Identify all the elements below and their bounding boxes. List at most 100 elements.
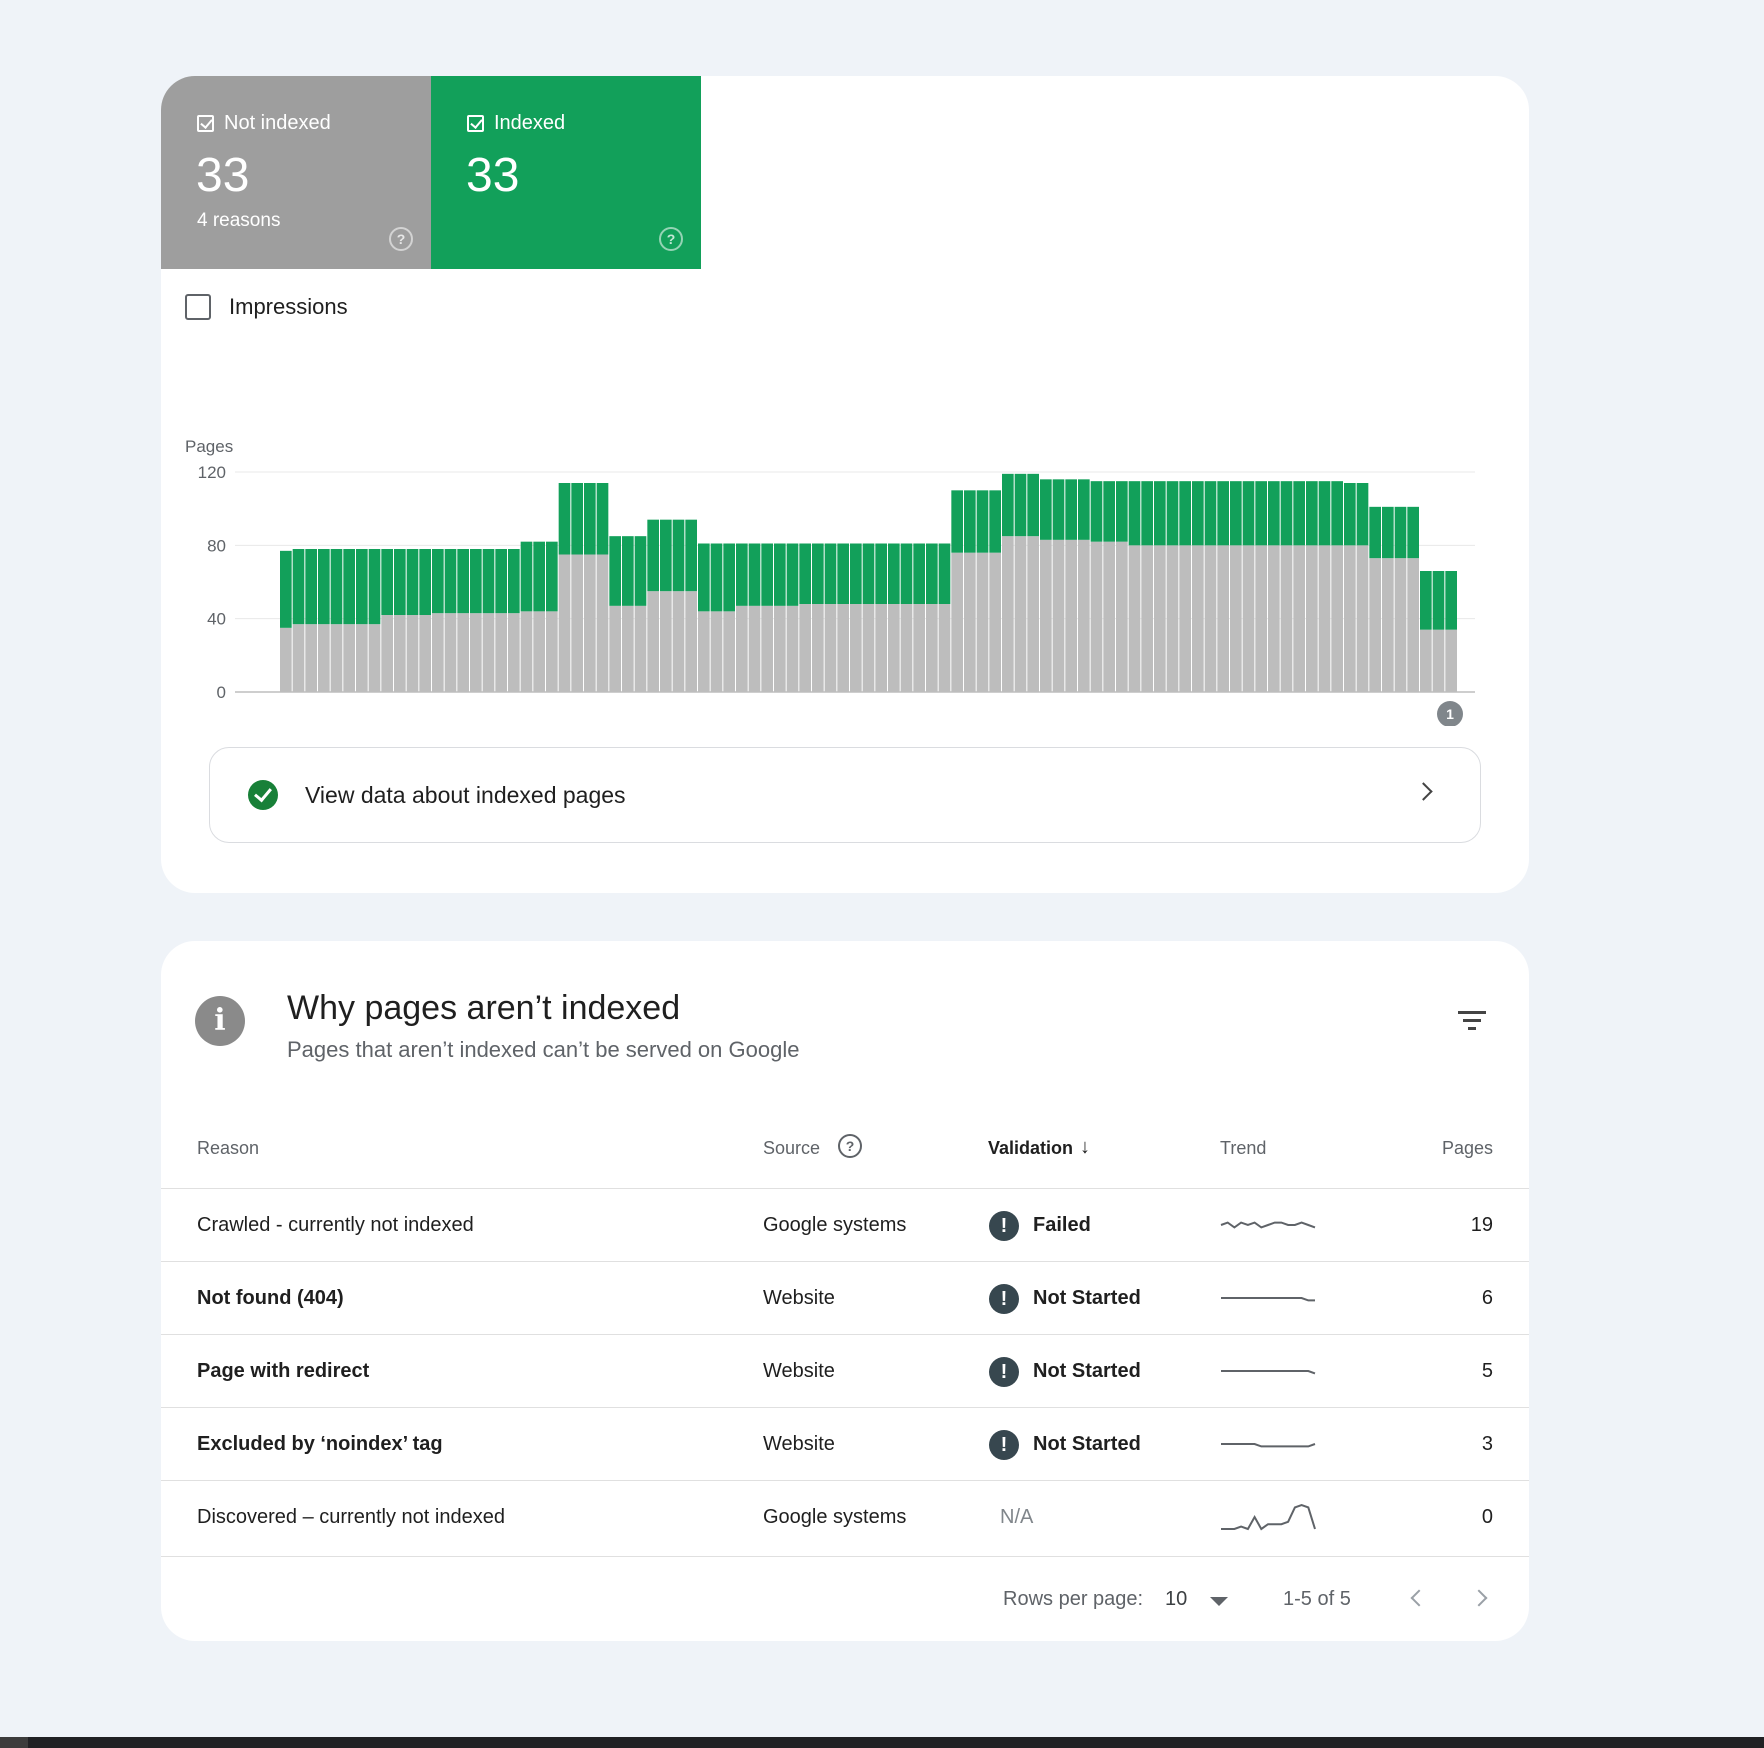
bar-not-indexed (419, 615, 431, 692)
filter-icon[interactable] (1458, 1011, 1486, 1035)
bar-not-indexed (926, 604, 938, 692)
bar-not-indexed (672, 591, 685, 692)
warning-icon: ! (989, 1283, 1019, 1314)
taskbar-button[interactable] (0, 1737, 28, 1748)
dropdown-arrow-icon[interactable] (1210, 1597, 1228, 1606)
trend-sparkline (1220, 1221, 1316, 1229)
bar-indexed (1166, 481, 1179, 546)
checkbox-icon[interactable] (185, 294, 211, 320)
header-validation[interactable]: Validation (988, 1138, 1073, 1159)
bar-indexed (406, 549, 419, 615)
bar-not-indexed (1065, 539, 1077, 692)
bar-not-indexed (938, 604, 951, 692)
rows-per-page-select[interactable]: 10 (1165, 1588, 1187, 1611)
bar-indexed (786, 543, 799, 606)
bar-indexed (584, 483, 596, 555)
bar-not-indexed (356, 624, 368, 692)
bar-not-indexed (343, 624, 355, 692)
pages-cell: 0 (1481, 1506, 1493, 1528)
source-cell: Google systems (763, 1214, 907, 1236)
bar-not-indexed (1382, 558, 1394, 692)
not-indexed-label: Not indexed (224, 112, 331, 134)
bar-indexed (305, 549, 317, 625)
bar-not-indexed (964, 552, 976, 692)
table-row[interactable]: Crawled - currently not indexed Google sy… (161, 1188, 1529, 1262)
bar-indexed (812, 543, 824, 604)
bar-indexed (318, 549, 330, 625)
bar-not-indexed (660, 591, 672, 692)
bar-indexed (888, 543, 900, 604)
bar-not-indexed (1204, 545, 1217, 692)
table-row[interactable]: Page with redirect Website! Not Started 5 (161, 1334, 1529, 1408)
bar-not-indexed (634, 605, 647, 692)
pages-cell: 6 (1481, 1287, 1493, 1309)
bar-indexed (571, 483, 583, 555)
help-icon[interactable]: ? (838, 1134, 862, 1158)
bar-indexed (989, 490, 1001, 553)
bar-indexed (444, 549, 457, 614)
reason-cell: Excluded by ‘noindex’ tag (197, 1433, 443, 1455)
table-row[interactable]: Discovered – currently not indexed Google… (161, 1480, 1529, 1554)
bar-indexed (913, 543, 925, 604)
validation-cell: ! Failed (989, 1189, 1091, 1262)
indexed-tile[interactable]: Indexed 33 ? (431, 76, 701, 269)
bar-not-indexed (1002, 536, 1014, 692)
bar-indexed (1192, 481, 1204, 546)
checkbox-icon[interactable] (467, 115, 484, 132)
header-reason[interactable]: Reason (197, 1138, 259, 1159)
bar-not-indexed (432, 613, 444, 692)
bar-not-indexed (1217, 545, 1229, 692)
bar-indexed (1394, 506, 1407, 559)
bar-not-indexed (1268, 545, 1280, 692)
bar-indexed (381, 549, 393, 615)
bar-indexed (609, 536, 621, 606)
bar-indexed (520, 541, 533, 612)
bar-not-indexed (1344, 545, 1356, 692)
bar-indexed (1002, 473, 1014, 537)
bar-not-indexed (736, 605, 748, 692)
bar-not-indexed (1014, 536, 1027, 692)
help-icon[interactable]: ? (389, 227, 413, 251)
bar-indexed (1293, 481, 1305, 546)
help-icon[interactable]: ? (659, 227, 683, 251)
bar-indexed (1242, 481, 1255, 546)
not-indexed-tile[interactable]: Not indexed 33 4 reasons ? (161, 76, 431, 269)
bar-not-indexed (292, 624, 305, 692)
validation-status: Not Started (1033, 1433, 1141, 1455)
trend-line (1221, 1443, 1316, 1448)
bar-indexed (546, 541, 558, 612)
validation-cell: ! Not Started (989, 1335, 1141, 1408)
bar-not-indexed (444, 613, 457, 692)
sort-down-icon[interactable]: ↓ (1080, 1136, 1090, 1159)
bar-indexed (710, 543, 723, 612)
bar-indexed (926, 543, 938, 604)
bar-indexed (1078, 479, 1090, 540)
bar-indexed (1204, 481, 1217, 546)
trend-sparkline (1221, 1370, 1316, 1375)
table-row[interactable]: Excluded by ‘noindex’ tag Website! Not Sta… (161, 1407, 1529, 1481)
impressions-toggle[interactable]: Impressions (185, 294, 348, 320)
bar-not-indexed (824, 604, 837, 692)
bar-indexed (330, 549, 343, 625)
bar-indexed (432, 549, 444, 614)
bar-not-indexed (1242, 545, 1255, 692)
checkbox-icon[interactable] (197, 115, 214, 132)
bar-indexed (1027, 473, 1039, 537)
bar-not-indexed (520, 611, 533, 692)
bar-not-indexed (1128, 545, 1141, 692)
bar-indexed (1268, 481, 1280, 546)
bar-not-indexed (761, 605, 773, 692)
bar-indexed (1052, 479, 1065, 540)
header-pages[interactable]: Pages (1442, 1138, 1493, 1159)
bar-indexed (1407, 506, 1419, 559)
bar-not-indexed (989, 552, 1001, 692)
bar-not-indexed (622, 605, 634, 692)
table-row[interactable]: Not found (404) Website! Not Started 6 (161, 1261, 1529, 1335)
bar-not-indexed (1179, 545, 1191, 692)
header-source[interactable]: Source (763, 1138, 820, 1159)
bar-indexed (976, 490, 989, 553)
bar-indexed (368, 549, 381, 625)
validation-cell: ! Not Started (989, 1408, 1141, 1481)
bar-indexed (1369, 506, 1381, 559)
view-indexed-pages-link[interactable]: View data about indexed pages (209, 747, 1481, 843)
